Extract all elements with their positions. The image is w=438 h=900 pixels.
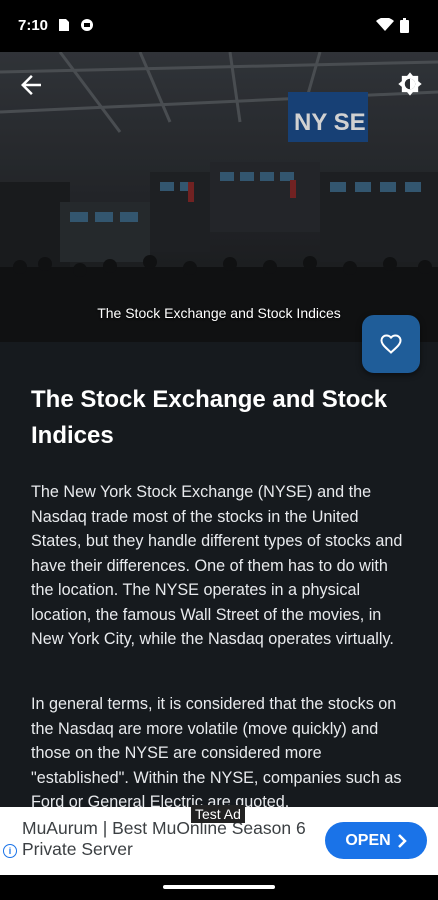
home-gesture-handle[interactable] bbox=[163, 885, 275, 889]
ad-text[interactable]: MuAurum | Best MuOnline Season 6 Private… bbox=[22, 818, 322, 860]
status-time: 7:10 bbox=[18, 17, 49, 34]
stock-exchange-photo: NY SE bbox=[0, 52, 438, 342]
ad-banner[interactable]: MuAurum | Best MuOnline Season 6 Private… bbox=[0, 805, 438, 875]
article-paragraph: In general terms, it is considered that … bbox=[31, 695, 402, 807]
hero-image: NY SE The Stock Exchange and Stock Indic… bbox=[0, 52, 438, 342]
ad-open-label: OPEN bbox=[345, 831, 391, 849]
sim-card-icon bbox=[59, 19, 69, 31]
test-ad-label: Test Ad bbox=[191, 805, 245, 823]
wifi-icon bbox=[376, 18, 394, 31]
ad-info-icon[interactable]: i bbox=[3, 844, 17, 858]
article-content: The Stock Exchange and Stock Indices The… bbox=[0, 342, 438, 807]
status-bar: 7:10 bbox=[0, 0, 438, 52]
app-notification-icon bbox=[81, 19, 93, 31]
favorite-button[interactable] bbox=[362, 315, 420, 373]
chevron-right-icon bbox=[397, 833, 407, 848]
navigation-bar bbox=[0, 875, 438, 900]
brightness-icon[interactable] bbox=[396, 70, 424, 98]
heart-icon bbox=[380, 334, 402, 354]
back-arrow-icon[interactable] bbox=[16, 70, 46, 100]
article-title: The Stock Exchange and Stock Indices bbox=[31, 386, 388, 449]
article-paragraph: The New York Stock Exchange (NYSE) and t… bbox=[31, 483, 403, 648]
ad-open-button[interactable]: OPEN bbox=[325, 822, 427, 859]
battery-icon bbox=[400, 18, 409, 33]
